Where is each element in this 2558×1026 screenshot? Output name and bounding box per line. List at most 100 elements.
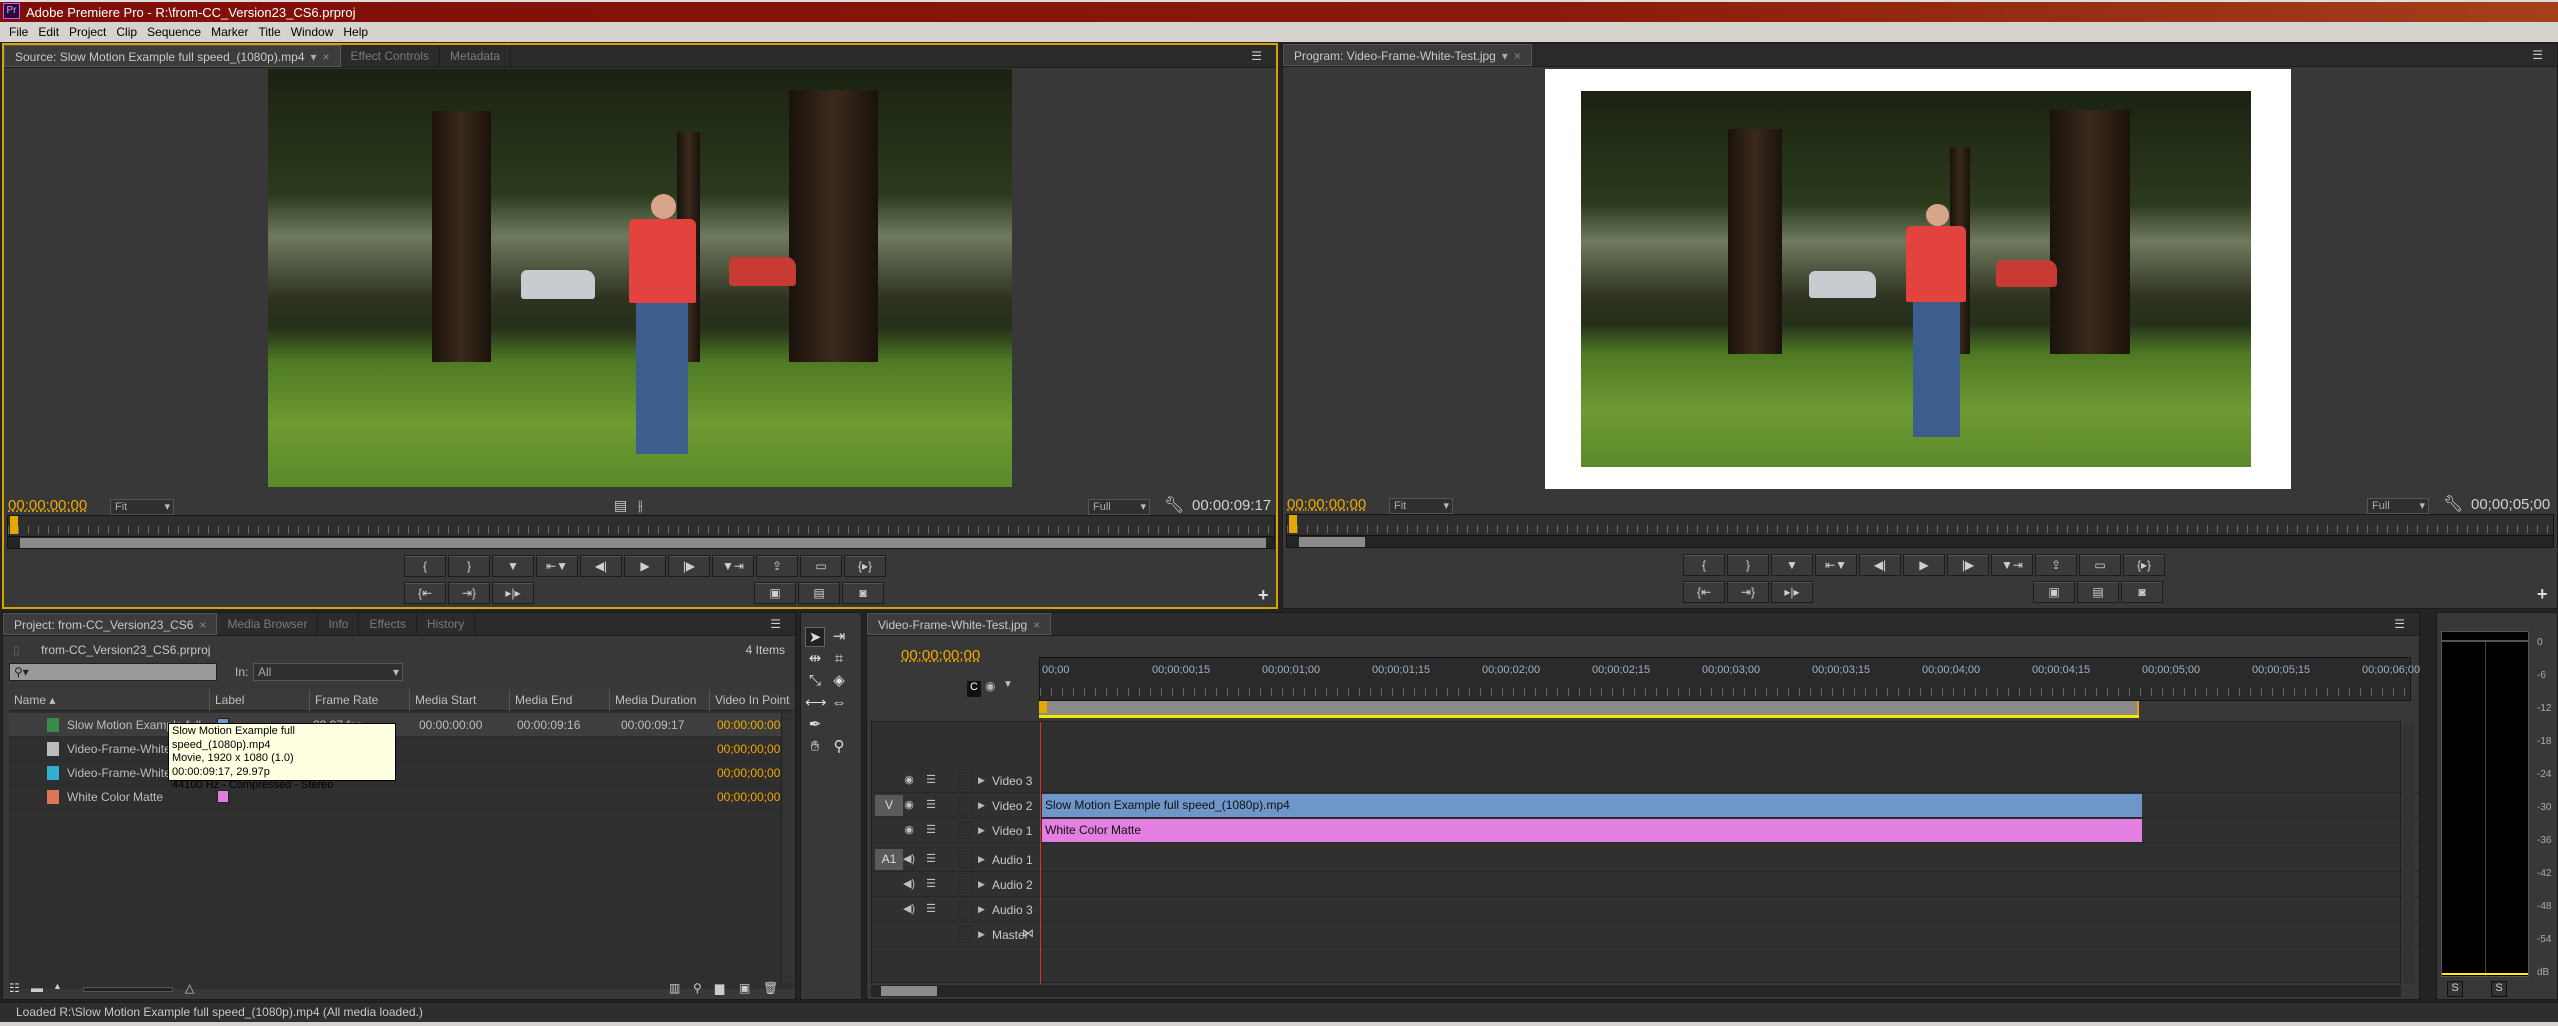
- panel-menu-icon[interactable]: ☰: [2394, 617, 2405, 631]
- time-ruler[interactable]: 00;00 00;00;00;15 00;00;01;00 00;00;01;15 00…: [1039, 657, 2420, 701]
- menu-window[interactable]: Window: [286, 22, 339, 42]
- column-media-end[interactable]: Media End: [509, 689, 572, 711]
- sync-lock-icon[interactable]: ☰: [924, 902, 938, 916]
- razor-tool-icon[interactable]: ◈: [829, 671, 849, 691]
- expand-triangle-icon[interactable]: ▶: [978, 775, 985, 786]
- expand-triangle-icon[interactable]: ▶: [978, 825, 985, 836]
- wrench-icon[interactable]: 🔧︎: [2443, 494, 2463, 514]
- tab-history[interactable]: History: [417, 613, 476, 635]
- playhead[interactable]: [1039, 701, 1047, 713]
- solo-left-button[interactable]: S: [2447, 981, 2463, 997]
- close-icon[interactable]: ×: [1514, 49, 1521, 63]
- program-zoom-select[interactable]: Fit: [1389, 498, 1453, 514]
- project-item-row[interactable]: Video-Frame-White-Test.jpg 00;00;00;00: [9, 737, 789, 761]
- add-marker-button[interactable]: ▼: [492, 555, 534, 577]
- new-bin-icon[interactable]: ▆: [715, 981, 724, 995]
- lift-button[interactable]: ▣: [2033, 581, 2075, 603]
- eye-icon[interactable]: ◉: [902, 798, 916, 812]
- insert-left-button[interactable]: {⇤: [1683, 581, 1725, 603]
- track-select-tool-icon[interactable]: ⇥: [829, 627, 849, 647]
- source-resolution-select[interactable]: Full: [1088, 499, 1150, 515]
- sync-lock-icon[interactable]: ☰: [924, 773, 938, 787]
- play-in-to-out-button[interactable]: {▸}: [844, 555, 886, 577]
- insert-right-button[interactable]: ⇥}: [1727, 581, 1769, 603]
- work-area-bar[interactable]: [1039, 701, 2139, 715]
- source-mini-timeline[interactable]: [7, 515, 1275, 549]
- go-to-out-button[interactable]: ▼⇥: [1991, 554, 2033, 576]
- insert-left-button[interactable]: {⇤: [404, 582, 446, 604]
- program-mini-timeline[interactable]: [1286, 514, 2554, 548]
- timeline-vertical-scrollbar[interactable]: [2403, 723, 2415, 983]
- tab-source[interactable]: Source: Slow Motion Example full speed_(…: [4, 45, 341, 67]
- track-lock-toggle[interactable]: [958, 876, 972, 893]
- play-in-to-out-button[interactable]: {▸}: [2123, 554, 2165, 576]
- track-lock-toggle[interactable]: [958, 772, 972, 789]
- in-filter-select[interactable]: All: [253, 663, 403, 681]
- list-view-icon[interactable]: ☷: [9, 981, 20, 995]
- source-playhead-timecode[interactable]: 00:00:00:00: [8, 497, 87, 514]
- tab-info[interactable]: Info: [318, 613, 360, 635]
- rolling-edit-tool-icon[interactable]: ⌗: [829, 649, 849, 669]
- waveform-icon[interactable]: ⫲: [638, 497, 643, 514]
- track-lock-toggle[interactable]: [958, 851, 972, 868]
- loop-button[interactable]: ⇪: [756, 555, 798, 577]
- shuttle-button[interactable]: ▸|▸: [492, 582, 534, 604]
- expand-triangle-icon[interactable]: ▶: [978, 879, 985, 890]
- zoom-out-icon[interactable]: ▲: [53, 981, 62, 991]
- automate-to-sequence-icon[interactable]: ▥: [669, 981, 680, 995]
- program-resolution-select[interactable]: Full: [2367, 498, 2429, 514]
- button-editor-plus-icon[interactable]: +: [1258, 585, 1269, 606]
- icon-view-icon[interactable]: ▬: [31, 981, 43, 995]
- go-to-out-button[interactable]: ▼⇥: [712, 555, 754, 577]
- timeline-clip[interactable]: White Color Matte: [1042, 819, 2142, 842]
- menu-clip[interactable]: Clip: [111, 22, 142, 42]
- column-name[interactable]: Name ▴: [9, 689, 55, 711]
- go-to-in-button[interactable]: ⇤▼: [536, 555, 578, 577]
- tab-media-browser[interactable]: Media Browser: [217, 613, 319, 635]
- speaker-icon[interactable]: ◀): [902, 852, 916, 866]
- menu-file[interactable]: File: [4, 22, 33, 42]
- menu-project[interactable]: Project: [64, 22, 111, 42]
- new-item-icon[interactable]: ▣: [739, 981, 750, 995]
- step-forward-button[interactable]: |▶: [668, 555, 710, 577]
- master-keyframe-icon[interactable]: ⋈: [1022, 926, 1034, 940]
- menu-help[interactable]: Help: [338, 22, 373, 42]
- export-frame-button[interactable]: ◙: [2121, 581, 2163, 603]
- timeline-horizontal-scrollbar[interactable]: [871, 985, 2401, 997]
- playhead[interactable]: [10, 516, 18, 534]
- search-input[interactable]: ⚲▾: [9, 663, 217, 681]
- menu-title[interactable]: Title: [253, 22, 285, 42]
- program-playhead-timecode[interactable]: 00;00;00;00: [1287, 496, 1366, 513]
- step-back-button[interactable]: ◀|: [1859, 554, 1901, 576]
- pen-tool-icon[interactable]: ✒: [805, 715, 825, 735]
- button-editor-plus-icon[interactable]: +: [2537, 584, 2548, 605]
- expand-triangle-icon[interactable]: ▶: [978, 904, 985, 915]
- track-lock-toggle[interactable]: [958, 797, 972, 814]
- tab-dropdown-icon[interactable]: ▾: [1502, 49, 1508, 63]
- mark-out-button[interactable]: }: [448, 555, 490, 577]
- speaker-icon[interactable]: ◀): [902, 877, 916, 891]
- insert-button[interactable]: ▣: [754, 582, 796, 604]
- tab-project[interactable]: Project: from-CC_Version23_CS6 ×: [3, 613, 218, 635]
- column-media-start[interactable]: Media Start: [409, 689, 476, 711]
- add-marker-button[interactable]: ▼: [1771, 554, 1813, 576]
- panel-menu-icon[interactable]: ☰: [2532, 48, 2543, 62]
- track-lock-toggle[interactable]: [958, 822, 972, 839]
- thumbnail-size-slider[interactable]: [83, 987, 173, 992]
- track-lock-toggle[interactable]: [958, 926, 972, 943]
- safe-margins-button[interactable]: ▭: [2079, 554, 2121, 576]
- program-zoom-scrollbar[interactable]: [1287, 535, 2553, 547]
- sync-lock-icon[interactable]: ☰: [924, 852, 938, 866]
- panel-menu-icon[interactable]: ☰: [1251, 49, 1262, 63]
- mark-in-button[interactable]: {: [404, 555, 446, 577]
- close-icon[interactable]: ×: [199, 618, 206, 632]
- menu-marker[interactable]: Marker: [206, 22, 253, 42]
- step-back-button[interactable]: ◀|: [580, 555, 622, 577]
- eye-icon[interactable]: ◉: [902, 773, 916, 787]
- play-stop-button[interactable]: ▶: [1903, 554, 1945, 576]
- column-frame-rate[interactable]: Frame Rate: [309, 689, 378, 711]
- mark-out-button[interactable]: }: [1727, 554, 1769, 576]
- source-zoom-scrollbar[interactable]: [8, 536, 1274, 548]
- selection-tool-icon[interactable]: ➤: [805, 627, 825, 647]
- wrench-icon[interactable]: 🔧︎: [1164, 495, 1184, 515]
